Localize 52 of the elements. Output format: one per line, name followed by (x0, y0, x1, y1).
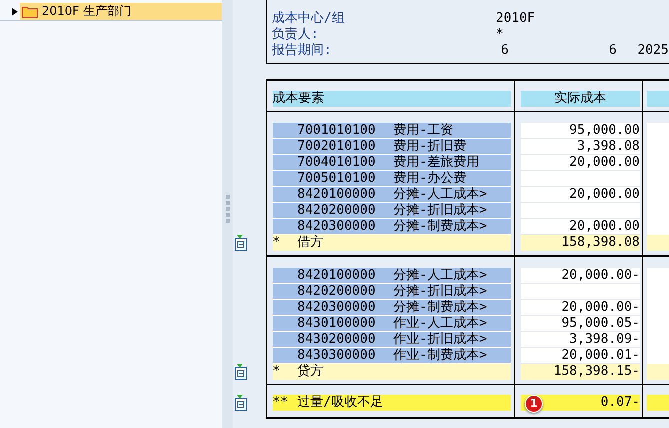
column-header: 成本要素 (272, 90, 510, 106)
subtotal-amount: 158,398.08 (520, 235, 640, 251)
field-value: 6 (500, 43, 509, 59)
table-cell (647, 235, 669, 251)
cost-element-cell: 8420300000 分摊-制费成本> (272, 300, 510, 316)
expand-arrow-icon[interactable] (12, 8, 18, 16)
table-cell (647, 364, 669, 380)
amount-cell: 20,000.01- (520, 348, 640, 364)
table-cell (647, 395, 669, 411)
tree-item[interactable]: 2010F 生产部门 (20, 3, 222, 20)
cost-element-cell: 7002010100 费用-折旧费 (272, 139, 510, 155)
field-value: 2025 (636, 43, 669, 59)
cost-element-cell: 8430300000 作业-制费成本> (272, 348, 510, 364)
amount-cell: 95,000.00 (520, 123, 640, 139)
document-icon[interactable] (234, 235, 248, 251)
field-label: 成本中心/组 (272, 11, 346, 27)
tree-label: 2010F 生产部门 (42, 3, 132, 20)
amount-cell: 3,398.09- (520, 332, 640, 348)
cost-element-cell: 8420100000 分摊-人工成本> (272, 187, 510, 203)
table-cell (647, 219, 669, 235)
field-label: 负责人: (272, 27, 320, 43)
cost-element-cell: 7004010100 费用-差旅费用 (272, 155, 510, 171)
total-label: ** 过量/吸收不足 (272, 395, 510, 411)
amount-cell: 20,000.00 (520, 155, 640, 171)
cost-element-cell: 7005010100 费用-办公费 (272, 171, 510, 187)
field-value: * (496, 27, 505, 43)
cost-element-cell: 8430100000 作业-人工成本> (272, 316, 510, 332)
amount-cell: 20,000.00 (520, 219, 640, 235)
amount-cell: 20,000.00- (520, 268, 640, 284)
cost-element-cell: 8420200000 分摊-折旧成本> (272, 203, 510, 219)
field-value: 2010F (496, 11, 536, 27)
subtotal-amount: 158,398.15- (520, 364, 640, 380)
cost-element-cell: 8420300000 分摊-制费成本> (272, 219, 510, 235)
document-icon[interactable] (234, 364, 248, 380)
amount-cell: 20,000.00- (520, 300, 640, 316)
cost-element-cell: 7001010100 费用-工资 (272, 123, 510, 139)
amount-cell: 95,000.05- (520, 316, 640, 332)
column-header: 实际成本 (520, 90, 640, 106)
cost-element-cell: 8420200000 分摊-折旧成本> (272, 284, 510, 300)
subtotal-label: * 借方 (272, 235, 510, 251)
field-label: 报告期间: (272, 43, 333, 59)
splitter-grip-icon[interactable] (226, 195, 230, 223)
amount-cell: 20,000.00 (520, 187, 640, 203)
document-icon[interactable] (234, 395, 248, 411)
subtotal-label: * 贷方 (272, 364, 510, 380)
table-cell (647, 348, 669, 364)
column-header (647, 90, 669, 106)
folder-icon (22, 6, 38, 18)
cost-element-cell: 8420100000 分摊-人工成本> (272, 268, 510, 284)
amount-cell: 3,398.08 (520, 139, 640, 155)
field-value: 6 (608, 43, 617, 59)
cost-element-cell: 8430200000 作业-折旧成本> (272, 332, 510, 348)
